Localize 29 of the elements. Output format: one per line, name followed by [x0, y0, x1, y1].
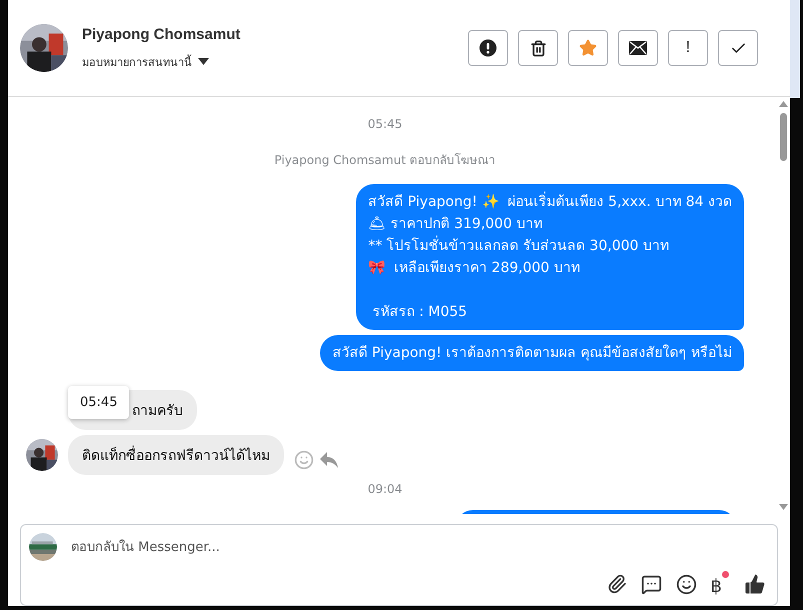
emoji-button[interactable] [676, 574, 697, 594]
trash-icon [530, 40, 546, 56]
scroll-thumb[interactable] [780, 113, 786, 161]
star-icon [579, 39, 597, 57]
mark-button[interactable]: ! [668, 30, 708, 66]
scroll-up-icon[interactable] [778, 101, 788, 107]
reply-icon[interactable] [320, 452, 338, 468]
check-button[interactable] [718, 30, 758, 66]
trash-button[interactable] [518, 30, 558, 66]
alert-button[interactable] [468, 30, 508, 66]
time-tooltip: 05:45 [68, 386, 130, 419]
caret-icon[interactable] [198, 58, 209, 65]
mail-button[interactable] [618, 30, 658, 66]
assign-label[interactable]: มอบหมายการสนทนานี้ [82, 52, 192, 70]
payment-button[interactable]: ฿ [710, 571, 729, 597]
star-button[interactable] [568, 30, 608, 66]
timestamp: 05:45 [368, 117, 402, 131]
contact-name: Piyapong Chomsamut [82, 26, 242, 42]
attach-button[interactable] [606, 574, 627, 594]
scroll-down-icon[interactable] [778, 504, 788, 510]
saved-replies-button[interactable] [640, 574, 662, 594]
timestamp: 09:04 [368, 482, 402, 496]
alert-icon [479, 39, 497, 57]
reply-note: Piyapong Chomsamut ตอบกลับโฆษณา [274, 152, 496, 169]
message-bubble: สวัสดี Piyapong! เราต้องการติดตามผล คุณมีข้อสงสัยใดๆ หรือไม่ [320, 335, 744, 371]
mail-icon [629, 41, 647, 55]
message-bubble: ติดแท็กซื่ออกรถฟรีดาวน์ได้ไหม [68, 435, 284, 475]
message-bubble: สวัสดี Piyapong! ✨ ผ่อนเริ่มต้นเพียง 5,xxx. บาท 84 งวด 🛎 ราคาปกติ 319,000 บาท ** โปรโมชั่นข้าวแลกลด รับส่วนลด 30,000 บาท 🎀 เหลือเพียงราคา 289,000 บาท รหัสรถ : M055 [356, 184, 744, 330]
like-button[interactable] [743, 572, 767, 596]
